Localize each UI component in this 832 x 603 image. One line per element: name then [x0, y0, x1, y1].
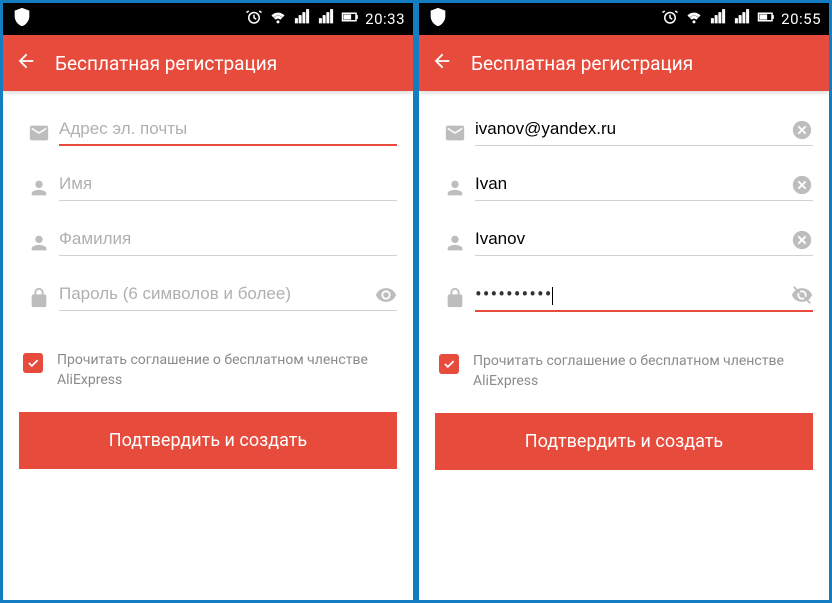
lastname-input-wrap	[59, 229, 397, 256]
password-input-wrap	[59, 284, 397, 311]
person-icon	[435, 177, 475, 199]
agreement-text[interactable]: Прочитать соглашение о бесплатном членст…	[473, 352, 809, 391]
agreement-row: Прочитать соглашение о бесплатном членст…	[19, 351, 397, 390]
signal-icon	[293, 8, 311, 30]
lastname-row	[19, 229, 397, 256]
page-title: Бесплатная регистрация	[55, 52, 277, 75]
email-field[interactable]	[475, 119, 813, 139]
email-input-wrap	[59, 119, 397, 146]
app-bar: Бесплатная регистрация	[419, 35, 829, 91]
status-bar: 20:33	[3, 3, 413, 35]
alarm-icon	[661, 8, 679, 30]
clear-icon[interactable]	[791, 174, 813, 200]
eye-off-icon[interactable]	[791, 284, 813, 310]
email-field[interactable]	[59, 119, 397, 139]
phone-screen-right: 20:55 Бесплатная регистрация	[419, 3, 829, 600]
wifi-icon	[269, 8, 287, 30]
lock-icon	[435, 287, 475, 309]
back-button[interactable]	[15, 50, 37, 76]
firstname-row	[19, 174, 397, 201]
submit-button[interactable]: Подтвердить и создать	[435, 413, 813, 470]
firstname-row	[435, 174, 813, 201]
password-row	[19, 284, 397, 311]
email-row	[19, 119, 397, 146]
eye-icon[interactable]	[375, 284, 397, 310]
person-icon	[19, 232, 59, 254]
clear-icon[interactable]	[791, 119, 813, 145]
wifi-icon	[685, 8, 703, 30]
lastname-field[interactable]	[475, 229, 813, 249]
firstname-field[interactable]	[59, 174, 397, 194]
email-row	[435, 119, 813, 146]
alarm-icon	[245, 8, 263, 30]
password-field[interactable]: ••••••••••	[475, 282, 553, 306]
battery-icon	[341, 8, 359, 30]
shield-icon	[11, 6, 33, 32]
battery-icon	[757, 8, 775, 30]
page-title: Бесплатная регистрация	[471, 52, 693, 75]
shield-icon	[427, 6, 449, 32]
lastname-field[interactable]	[59, 229, 397, 249]
status-time: 20:33	[365, 10, 405, 28]
lock-icon	[19, 287, 59, 309]
agreement-text[interactable]: Прочитать соглашение о бесплатном членст…	[57, 351, 393, 390]
submit-button[interactable]: Подтвердить и создать	[19, 412, 397, 469]
firstname-input-wrap	[59, 174, 397, 201]
registration-form: Прочитать соглашение о бесплатном членст…	[3, 91, 413, 600]
status-time: 20:55	[781, 10, 821, 28]
agreement-row: Прочитать соглашение о бесплатном членст…	[435, 352, 813, 391]
password-input-wrap: ••••••••••	[475, 284, 813, 312]
signal-icon-2	[317, 8, 335, 30]
agreement-checkbox[interactable]	[439, 354, 459, 374]
lastname-row	[435, 229, 813, 256]
email-icon	[435, 122, 475, 144]
password-field[interactable]	[59, 284, 397, 304]
lastname-input-wrap	[475, 229, 813, 256]
password-value: ••••••••••	[475, 282, 552, 306]
text-cursor	[552, 287, 553, 305]
firstname-input-wrap	[475, 174, 813, 201]
status-bar: 20:55	[419, 3, 829, 35]
signal-icon-2	[733, 8, 751, 30]
email-icon	[19, 122, 59, 144]
signal-icon	[709, 8, 727, 30]
email-input-wrap	[475, 119, 813, 146]
phone-screen-left: 20:33 Бесплатная регистрация	[3, 3, 413, 600]
agreement-checkbox[interactable]	[23, 353, 43, 373]
firstname-field[interactable]	[475, 174, 813, 194]
person-icon	[19, 177, 59, 199]
registration-form: •••••••••• Прочитать соглашение о беспла…	[419, 91, 829, 600]
person-icon	[435, 232, 475, 254]
password-row: ••••••••••	[435, 284, 813, 312]
back-button[interactable]	[431, 50, 453, 76]
clear-icon[interactable]	[791, 229, 813, 255]
app-bar: Бесплатная регистрация	[3, 35, 413, 91]
